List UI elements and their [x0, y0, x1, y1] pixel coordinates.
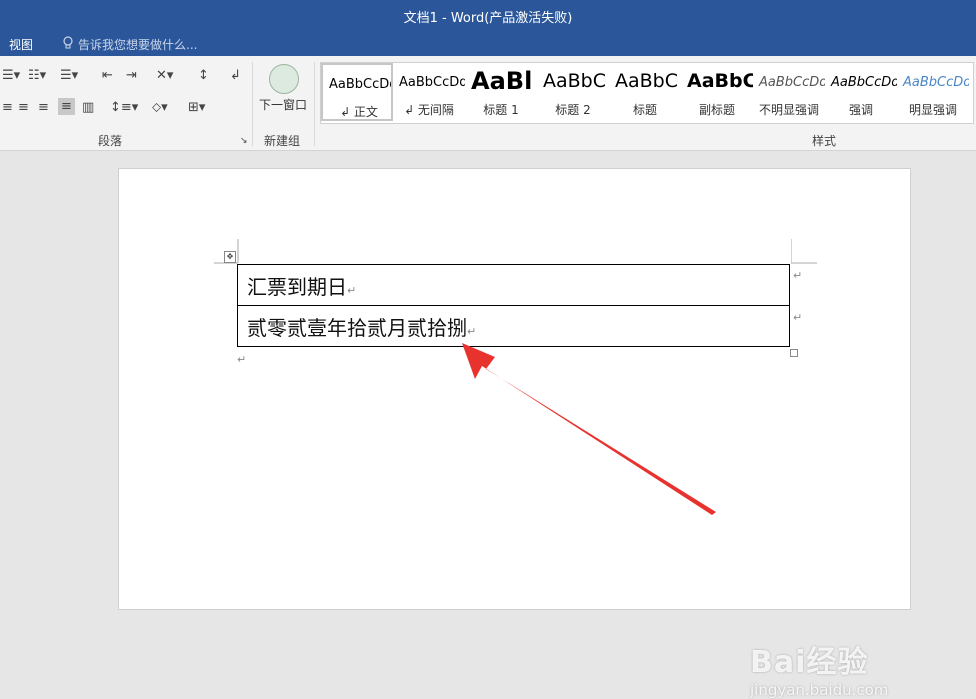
- style-name: 强调: [848, 103, 873, 117]
- align-right-icon[interactable]: ≡: [38, 100, 49, 115]
- tab-view[interactable]: 视图: [9, 36, 33, 53]
- distributed-icon[interactable]: ▥: [82, 100, 94, 115]
- title-bar: 文档1 - Word(产品激活失败): [0, 0, 976, 32]
- asian-layout-icon[interactable]: ✕▾: [156, 68, 173, 83]
- watermark-brand: Bai经验: [750, 645, 869, 680]
- style-emphasis[interactable]: AaBbCcDd 强调: [825, 63, 897, 121]
- style-heading-1[interactable]: AaBl 标题 1: [465, 63, 537, 121]
- annotation-arrow: [462, 343, 716, 515]
- style-name: ↲ 正文: [340, 105, 378, 119]
- menu-bar: 视图 告诉我您想要做什么...: [0, 32, 976, 56]
- numbering-icon[interactable]: ☷▾: [28, 68, 46, 83]
- next-window-button[interactable]: 下一窗口: [259, 96, 307, 113]
- style-sample: AaBl: [471, 67, 533, 95]
- style-heading-2[interactable]: AaBbC 标题 2: [537, 63, 609, 121]
- tell-me-box[interactable]: 告诉我您想要做什么...: [62, 36, 197, 53]
- decrease-indent-icon[interactable]: ⇤: [102, 68, 113, 83]
- borders-icon[interactable]: ⊞▾: [188, 100, 205, 115]
- show-marks-icon[interactable]: ↲: [230, 68, 241, 83]
- style-name: ↲ 无间隔: [404, 103, 454, 117]
- divider: [252, 62, 253, 146]
- style-name: 标题 2: [555, 103, 591, 117]
- style-name: 不明显强调: [758, 103, 819, 117]
- style-sample: AaBbC: [543, 70, 607, 92]
- paragraph-launcher-icon[interactable]: ↘: [240, 136, 248, 146]
- style-name: 副标题: [698, 103, 735, 117]
- style-title[interactable]: AaBbC 标题: [609, 63, 681, 121]
- watermark-url: jingyan.baidu.com: [750, 681, 889, 699]
- paragraph-group-label: 段落: [98, 134, 123, 148]
- style-subtitle[interactable]: AaBbC 副标题: [681, 63, 753, 121]
- style-normal[interactable]: AaBbCcDd ↲ 正文: [321, 63, 393, 121]
- styles-group-label: 样式: [812, 134, 837, 148]
- style-sample: AaBbC: [615, 70, 679, 92]
- style-name: 标题: [632, 103, 657, 117]
- sort-icon[interactable]: ↕: [198, 68, 209, 83]
- style-intense-emphasis[interactable]: AaBbCcDd 明显强调: [897, 63, 969, 121]
- divider: [314, 62, 315, 146]
- increase-indent-icon[interactable]: ⇥: [126, 68, 137, 83]
- style-name: 标题 1: [483, 103, 519, 117]
- align-center-icon[interactable]: ≡: [18, 100, 29, 115]
- style-sample: AaBbCcDd: [399, 75, 465, 90]
- ribbon: ☰▾ ☷▾ ☰▾ ⇤ ⇥ ✕▾ ↕ ↲ ≡ ≡ ≡ ≡ ▥ ↕≡▾ ⬦▾ ⊞▾ …: [0, 56, 976, 151]
- tell-me-text: 告诉我您想要做什么...: [78, 38, 198, 52]
- multilevel-list-icon[interactable]: ☰▾: [60, 68, 78, 83]
- style-subtle-emphasis[interactable]: AaBbCcDd 不明显强调: [753, 63, 825, 121]
- baidu-watermark: Bai经验 jingyan.baidu.com: [750, 637, 888, 699]
- bullets-icon[interactable]: ☰▾: [2, 68, 20, 83]
- style-sample: AaBbCcDd: [903, 75, 969, 90]
- lightbulb-icon: [62, 36, 74, 53]
- align-left-icon[interactable]: ≡: [2, 100, 13, 115]
- styles-gallery: AaBbCcDd ↲ 正文 AaBbCcDd ↲ 无间隔 AaBl 标题 1 A…: [320, 62, 974, 124]
- style-name: 明显强调: [908, 103, 957, 117]
- window-title: 文档1 - Word(产品激活失败): [403, 11, 573, 26]
- next-window-icon[interactable]: [269, 64, 299, 94]
- new-group-label: 新建组: [264, 134, 301, 148]
- style-sample: AaBbCcDd: [759, 75, 825, 90]
- style-sample: AaBbCcDd: [329, 77, 393, 92]
- style-sample: AaBbCcDd: [831, 75, 897, 90]
- shading-icon[interactable]: ⬦▾: [152, 100, 168, 115]
- justify-icon[interactable]: ≡: [58, 98, 75, 115]
- style-sample: AaBbC: [687, 70, 753, 92]
- style-no-spacing[interactable]: AaBbCcDd ↲ 无间隔: [393, 63, 465, 121]
- line-spacing-icon[interactable]: ↕≡▾: [110, 100, 138, 115]
- document-area: ✥ 汇票到期日↵ 贰零贰壹年拾贰月贰拾捌↵ ↵ ↵ ↵ Bai经验 jingya…: [0, 151, 976, 699]
